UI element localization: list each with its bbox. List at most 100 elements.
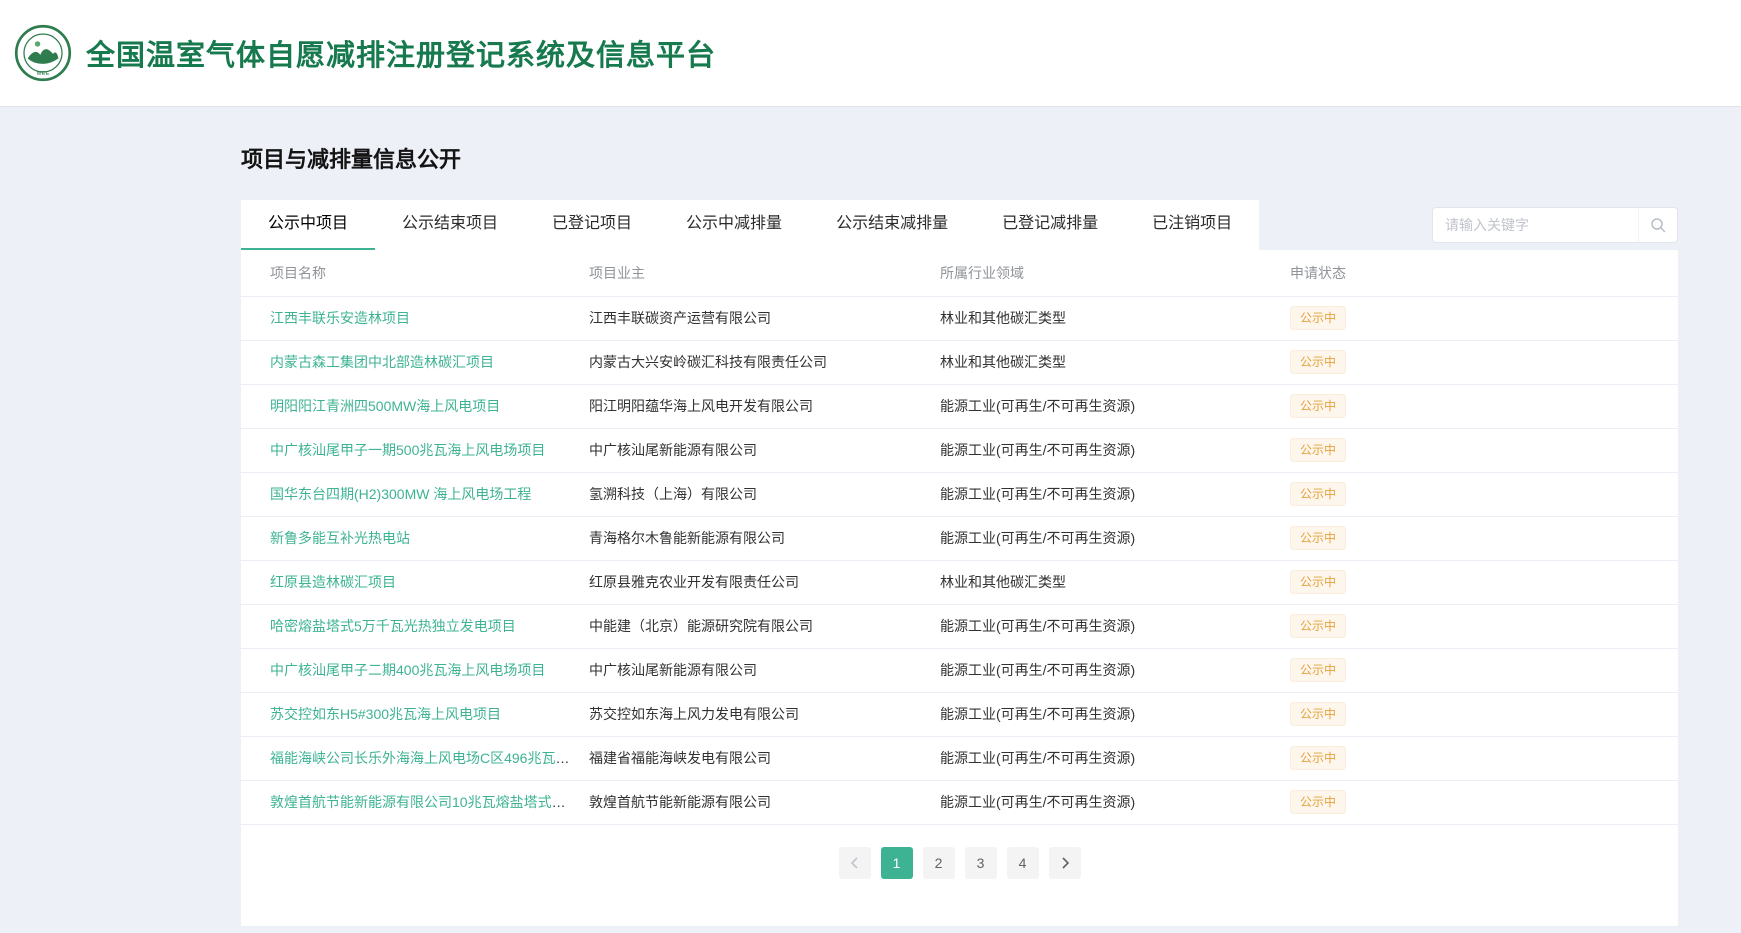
column-header: 项目业主 — [589, 250, 940, 296]
table-body: 江西丰联乐安造林项目江西丰联碳资产运营有限公司林业和其他碳汇类型公示中内蒙古森工… — [241, 296, 1678, 824]
project-name-link[interactable]: 哈密熔盐塔式5万千瓦光热独立发电项目 — [270, 618, 516, 634]
status-badge: 公示中 — [1290, 438, 1346, 462]
tab-item-1[interactable]: 公示结束项目 — [375, 200, 525, 250]
project-name-cell: 红原县造林碳汇项目 — [241, 560, 589, 604]
page-button-2[interactable]: 2 — [923, 847, 955, 879]
page-button-4[interactable]: 4 — [1007, 847, 1039, 879]
status-badge: 公示中 — [1290, 790, 1346, 814]
project-owner-cell: 江西丰联碳资产运营有限公司 — [589, 296, 940, 340]
table-row: 国华东台四期(H2)300MW 海上风电场工程氢溯科技（上海）有限公司能源工业(… — [241, 472, 1678, 516]
industry-cell: 林业和其他碳汇类型 — [940, 560, 1290, 604]
search-input[interactable] — [1433, 208, 1638, 242]
column-header: 所属行业领域 — [940, 250, 1290, 296]
table-row: 明阳阳江青洲四500MW海上风电项目 阳江明阳蕴华海上风电开发有限公司能源工业(可… — [241, 384, 1678, 428]
page-title: 项目与减排量信息公开 — [241, 142, 1678, 174]
status-badge: 公示中 — [1290, 306, 1346, 330]
table-row: 红原县造林碳汇项目 红原县雅克农业开发有限责任公司林业和其他碳汇类型公示中 — [241, 560, 1678, 604]
status-cell: 公示中 — [1290, 604, 1678, 648]
status-cell: 公示中 — [1290, 384, 1678, 428]
table-row: 敦煌首航节能新能源有限公司10兆瓦熔盐塔式光热...敦煌首航节能新能源有限公司能… — [241, 780, 1678, 824]
industry-cell: 能源工业(可再生/不可再生资源) — [940, 692, 1290, 736]
project-name-link[interactable]: 福能海峡公司长乐外海海上风电场C区496兆瓦海上... — [270, 750, 589, 766]
table-row: 新鲁多能互补光热电站青海格尔木鲁能新能源有限公司能源工业(可再生/不可再生资源)… — [241, 516, 1678, 560]
project-name-link[interactable]: 中广核汕尾甲子二期400兆瓦海上风电场项目 — [270, 662, 545, 678]
status-badge: 公示中 — [1290, 526, 1346, 550]
table-row: 内蒙古森工集团中北部造林碳汇项目 内蒙古大兴安岭碳汇科技有限责任公司林业和其他碳汇… — [241, 340, 1678, 384]
project-name-link[interactable]: 中广核汕尾甲子一期500兆瓦海上风电场项目 — [270, 442, 545, 458]
industry-cell: 能源工业(可再生/不可再生资源) — [940, 648, 1290, 692]
project-name-cell: 江西丰联乐安造林项目 — [241, 296, 589, 340]
project-name-cell: 中广核汕尾甲子二期400兆瓦海上风电场项目 — [241, 648, 589, 692]
projects-table: 项目名称项目业主所属行业领域申请状态 江西丰联乐安造林项目 江西丰联碳资产运营有限… — [241, 250, 1678, 825]
project-name-link[interactable]: 内蒙古森工集团中北部造林碳汇项目 — [270, 354, 494, 370]
project-name-link[interactable]: 红原县造林碳汇项目 — [270, 574, 396, 590]
column-header: 申请状态 — [1290, 250, 1678, 296]
chevron-left-icon — [849, 857, 861, 869]
page-button-1[interactable]: 1 — [881, 847, 913, 879]
search-box — [1432, 207, 1678, 243]
project-name-link[interactable]: 明阳阳江青洲四500MW海上风电项目 — [270, 398, 500, 414]
status-cell: 公示中 — [1290, 340, 1678, 384]
project-owner-cell: 中广核汕尾新能源有限公司 — [589, 428, 940, 472]
page-button-3[interactable]: 3 — [965, 847, 997, 879]
project-name-cell: 国华东台四期(H2)300MW 海上风电场工程 — [241, 472, 589, 516]
project-name-cell: 苏交控如东H5#300兆瓦海上风电项目 — [241, 692, 589, 736]
tab-item-4[interactable]: 公示结束减排量 — [809, 200, 975, 250]
table-row: 中广核汕尾甲子一期500兆瓦海上风电场项目 中广核汕尾新能源有限公司能源工业(可再… — [241, 428, 1678, 472]
chevron-right-icon — [1059, 857, 1071, 869]
tab-item-3[interactable]: 公示中减排量 — [659, 200, 809, 250]
status-badge: 公示中 — [1290, 394, 1346, 418]
project-name-link[interactable]: 国华东台四期(H2)300MW 海上风电场工程 — [270, 486, 531, 502]
industry-cell: 能源工业(可再生/不可再生资源) — [940, 736, 1290, 780]
next-page-button[interactable] — [1049, 847, 1081, 879]
industry-cell: 能源工业(可再生/不可再生资源) — [940, 428, 1290, 472]
industry-cell: 林业和其他碳汇类型 — [940, 296, 1290, 340]
pagination: 1234 — [241, 847, 1678, 879]
status-cell: 公示中 — [1290, 296, 1678, 340]
status-badge: 公示中 — [1290, 614, 1346, 638]
project-name-cell: 新鲁多能互补光热电站 — [241, 516, 589, 560]
project-owner-cell: 敦煌首航节能新能源有限公司 — [589, 780, 940, 824]
project-owner-cell: 内蒙古大兴安岭碳汇科技有限责任公司 — [589, 340, 940, 384]
project-name-link[interactable]: 苏交控如东H5#300兆瓦海上风电项目 — [270, 706, 501, 722]
prev-page-button[interactable] — [839, 847, 871, 879]
table-row: 中广核汕尾甲子二期400兆瓦海上风电场项目中广核汕尾新能源有限公司能源工业(可再… — [241, 648, 1678, 692]
project-name-cell: 哈密熔盐塔式5万千瓦光热独立发电项目 — [241, 604, 589, 648]
project-owner-cell: 中能建（北京）能源研究院有限公司 — [589, 604, 940, 648]
project-owner-cell: 福建省福能海峡发电有限公司 — [589, 736, 940, 780]
industry-cell: 林业和其他碳汇类型 — [940, 340, 1290, 384]
status-cell: 公示中 — [1290, 648, 1678, 692]
page-numbers: 1234 — [876, 847, 1044, 879]
tab-item-2[interactable]: 已登记项目 — [525, 200, 659, 250]
app-header: MEE 全国温室气体自愿减排注册登记系统及信息平台 — [0, 0, 1741, 106]
tab-item-5[interactable]: 已登记减排量 — [975, 200, 1125, 250]
project-owner-cell: 青海格尔木鲁能新能源有限公司 — [589, 516, 940, 560]
search-icon[interactable] — [1638, 208, 1677, 242]
project-owner-cell: 红原县雅克农业开发有限责任公司 — [589, 560, 940, 604]
project-owner-cell: 苏交控如东海上风力发电有限公司 — [589, 692, 940, 736]
column-header: 项目名称 — [241, 250, 589, 296]
project-name-link[interactable]: 新鲁多能互补光热电站 — [270, 530, 410, 546]
industry-cell: 能源工业(可再生/不可再生资源) — [940, 384, 1290, 428]
table-card: 项目名称项目业主所属行业领域申请状态 江西丰联乐安造林项目 江西丰联碳资产运营有限… — [241, 250, 1678, 926]
tab-item-6[interactable]: 已注销项目 — [1125, 200, 1259, 250]
status-badge: 公示中 — [1290, 482, 1346, 506]
mee-logo-icon: MEE — [14, 24, 72, 82]
table-header-row: 项目名称项目业主所属行业领域申请状态 — [241, 250, 1678, 296]
project-name-link[interactable]: 敦煌首航节能新能源有限公司10兆瓦熔盐塔式光热... — [270, 794, 589, 810]
app-title: 全国温室气体自愿减排注册登记系统及信息平台 — [86, 32, 716, 74]
status-badge: 公示中 — [1290, 658, 1346, 682]
status-badge: 公示中 — [1290, 570, 1346, 594]
status-badge: 公示中 — [1290, 746, 1346, 770]
svg-text:MEE: MEE — [37, 71, 50, 77]
status-cell: 公示中 — [1290, 428, 1678, 472]
toolbar: 公示中项目公示结束项目已登记项目公示中减排量公示结束减排量已登记减排量已注销项目 — [241, 200, 1678, 250]
project-owner-cell: 阳江明阳蕴华海上风电开发有限公司 — [589, 384, 940, 428]
project-name-link[interactable]: 江西丰联乐安造林项目 — [270, 310, 410, 326]
status-cell: 公示中 — [1290, 692, 1678, 736]
main-content: 项目与减排量信息公开 公示中项目公示结束项目已登记项目公示中减排量公示结束减排量… — [0, 106, 1741, 926]
tab-item-0[interactable]: 公示中项目 — [241, 200, 375, 250]
table-row: 苏交控如东H5#300兆瓦海上风电项目 苏交控如东海上风力发电有限公司能源工业(可… — [241, 692, 1678, 736]
tab-bar: 公示中项目公示结束项目已登记项目公示中减排量公示结束减排量已登记减排量已注销项目 — [241, 200, 1259, 250]
project-name-cell: 福能海峡公司长乐外海海上风电场C区496兆瓦海上... — [241, 736, 589, 780]
